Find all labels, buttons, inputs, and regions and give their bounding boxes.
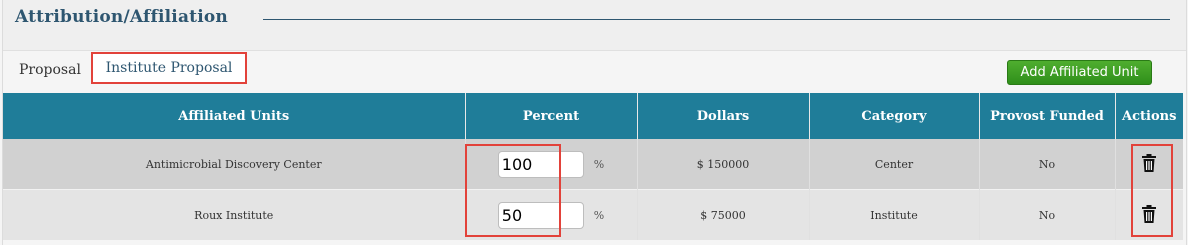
percent-input[interactable] — [497, 150, 584, 178]
cell-percent: % — [465, 189, 638, 240]
tab-proposal[interactable]: Proposal — [19, 62, 81, 78]
col-header-dollars: Dollars — [637, 93, 810, 139]
tab-institute-proposal[interactable]: Institute Proposal — [91, 52, 247, 84]
trash-icon[interactable] — [1142, 204, 1157, 226]
percent-input[interactable] — [497, 201, 584, 229]
section-title: Attribution/Affiliation — [15, 7, 228, 27]
tab-institute-proposal-label: Institute Proposal — [105, 60, 233, 76]
title-divider — [263, 19, 1170, 20]
cell-affiliated-unit: Roux Institute — [3, 189, 466, 240]
cell-dollars: $ 150000 — [637, 139, 810, 190]
table-row: Roux Institute % $ 75000 Institute No — [3, 189, 1183, 240]
cell-category: Center — [809, 139, 980, 190]
cell-provost-funded: No — [979, 139, 1116, 190]
percent-unit: % — [593, 208, 605, 222]
affiliated-units-table: Affiliated Units Percent Dollars Categor… — [3, 93, 1183, 240]
cell-actions — [1115, 139, 1183, 190]
percent-unit: % — [593, 157, 605, 171]
trash-icon[interactable] — [1142, 153, 1157, 175]
cell-dollars: $ 75000 — [637, 189, 810, 240]
col-header-provost-funded: Provost Funded — [979, 93, 1116, 139]
cell-percent: % — [465, 139, 638, 190]
col-header-affiliated-units: Affiliated Units — [3, 93, 466, 139]
cell-provost-funded: No — [979, 189, 1116, 240]
section-header: Attribution/Affiliation — [3, 0, 1186, 51]
col-header-category: Category — [809, 93, 980, 139]
cell-affiliated-unit: Antimicrobial Discovery Center — [3, 139, 466, 190]
cell-actions — [1115, 189, 1183, 240]
add-affiliated-unit-button[interactable]: Add Affiliated Unit — [1007, 60, 1152, 85]
cell-category: Institute — [809, 189, 980, 240]
col-header-percent: Percent — [465, 93, 638, 139]
col-header-actions: Actions — [1115, 93, 1183, 139]
table-row: Antimicrobial Discovery Center % $ 15000… — [3, 139, 1183, 190]
table-header-row: Affiliated Units Percent Dollars Categor… — [3, 93, 1183, 139]
